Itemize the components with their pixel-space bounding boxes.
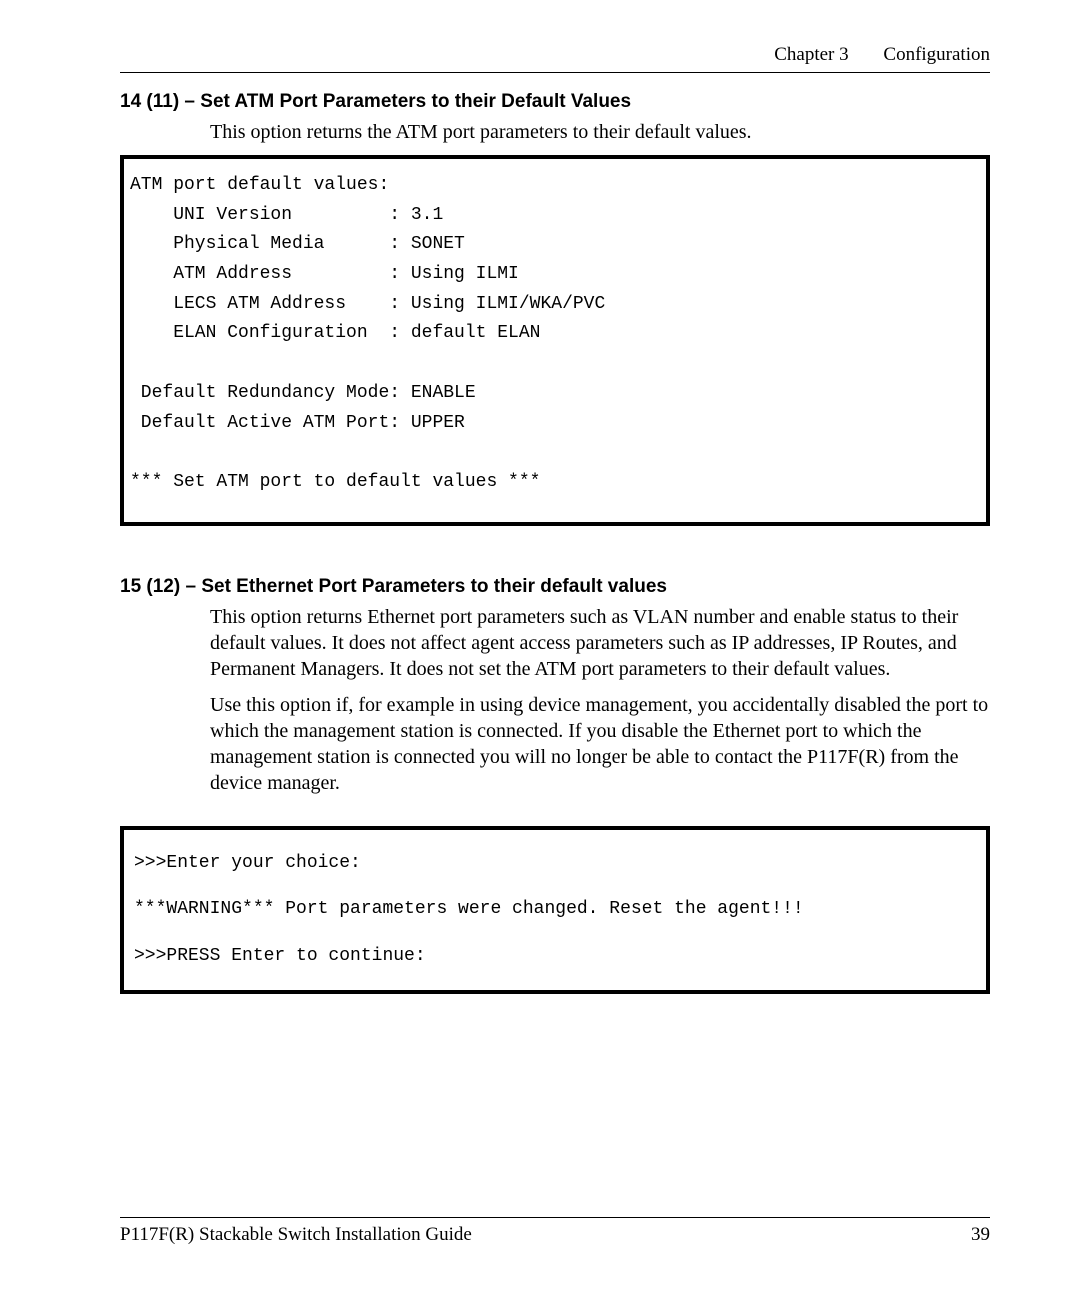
terminal-output-2: >>>Enter your choice: ***WARNING*** Port… [120, 826, 990, 994]
terminal-output-1: ATM port default values: UNI Version : 3… [120, 155, 990, 526]
page-footer: P117F(R) Stackable Switch Installation G… [120, 1217, 990, 1246]
chapter-label: Chapter 3 [774, 44, 848, 65]
header-rule [120, 72, 990, 73]
section-heading-1: 14 (11) – Set ATM Port Parameters to the… [120, 91, 990, 113]
page-header: Chapter 3 Configuration [120, 44, 990, 72]
footer-rule [120, 1217, 990, 1218]
footer-guide-title: P117F(R) Stackable Switch Installation G… [120, 1224, 472, 1246]
section-heading-2: 15 (12) – Set Ethernet Port Parameters t… [120, 576, 990, 598]
section1-intro: This option returns the ATM port paramet… [210, 119, 990, 145]
section2-para2: Use this option if, for example in using… [210, 692, 990, 796]
footer-page-number: 39 [971, 1224, 990, 1246]
chapter-title: Configuration [883, 44, 990, 65]
section2-para1: This option returns Ethernet port parame… [210, 604, 990, 682]
